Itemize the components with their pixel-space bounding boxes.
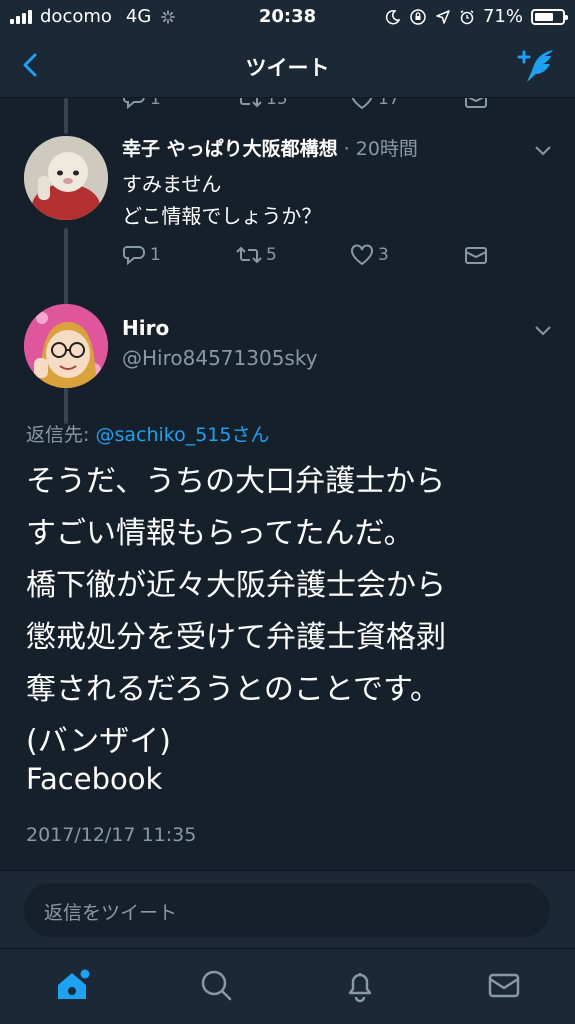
tweet-text: そうだ、うちの大口弁護士から すごい情報もらってたんだ。 橋下徹が近々大阪弁護士… — [26, 464, 446, 759]
tweet-time: · 20時間 — [343, 138, 418, 160]
battery-percent: 71% — [482, 6, 523, 27]
reply-tweet-body: すみません どこ情報でしょうか？ — [122, 168, 321, 232]
heart-icon — [351, 244, 373, 266]
reply-icon — [123, 246, 145, 266]
user-handle[interactable]: @Hiro84571305sky — [122, 346, 318, 370]
like-action[interactable]: 17 — [350, 98, 464, 110]
main-tweet: Hiro @Hiro84571305sky 返信先: @sachiko_515さ… — [0, 300, 575, 870]
orientation-lock-icon — [410, 8, 426, 25]
share-icon — [465, 247, 487, 264]
share-action[interactable] — [464, 98, 575, 110]
location-arrow-icon — [436, 9, 450, 24]
tweet-timestamp: 2017/12/17 11:35 — [26, 824, 197, 846]
display-name[interactable]: Hiro — [122, 316, 169, 340]
notifications-bell-icon[interactable] — [340, 965, 380, 1005]
tab-bar — [0, 948, 575, 1024]
like-count: 3 — [378, 245, 389, 265]
reply-input-placeholder: 返信をツイート — [44, 902, 178, 924]
reply-input[interactable]: 返信をツイート — [24, 883, 550, 937]
search-icon[interactable] — [196, 965, 236, 1005]
reply-count: 1 — [150, 245, 161, 265]
retweet-count: 5 — [266, 245, 277, 265]
avatar[interactable] — [24, 304, 108, 388]
like-action[interactable]: 3 — [350, 244, 464, 266]
retweet-count: 15 — [266, 98, 288, 109]
share-icon — [465, 98, 487, 108]
retweet-icon — [240, 98, 262, 108]
page-title: ツイート — [245, 56, 330, 80]
tweet-thread: 1 15 17 幸子 やっぱり大阪都構想 · 20時間 すみません どこ情報でし… — [0, 98, 575, 870]
tweet-text-line: すみません — [122, 172, 222, 196]
chevron-down-icon[interactable] — [533, 324, 553, 338]
previous-action-bar: 1 15 17 — [122, 98, 575, 110]
share-action[interactable] — [464, 244, 575, 266]
mention-link[interactable]: @sachiko_515さん — [95, 424, 269, 446]
alarm-clock-icon — [460, 9, 474, 24]
tweet-text-line: どこ情報でしょうか？ — [122, 204, 322, 228]
reply-action-bar: 1 5 3 — [122, 244, 575, 266]
battery-icon — [531, 8, 568, 25]
chevron-down-icon[interactable] — [533, 144, 553, 158]
retweet-action[interactable]: 15 — [236, 98, 350, 110]
reply-icon — [123, 98, 145, 110]
compose-tweet-icon[interactable] — [517, 46, 557, 86]
do-not-disturb-moon-icon — [385, 9, 401, 24]
replying-to: 返信先: @sachiko_515さん — [26, 420, 269, 447]
retweet-icon — [236, 246, 262, 264]
reply-composer-bar: 返信をツイート — [0, 870, 575, 948]
heart-icon — [351, 98, 373, 110]
reply-count: 1 — [150, 98, 161, 109]
like-count: 17 — [378, 98, 400, 109]
messages-envelope-icon[interactable] — [484, 965, 524, 1005]
status-bar: docomo 4G 20:38 71% — [0, 0, 575, 34]
avatar[interactable] — [24, 136, 108, 220]
source-label: Facebook — [26, 762, 163, 796]
reply-action[interactable]: 1 — [122, 244, 236, 266]
previous-tweet-actions: 1 15 17 — [0, 98, 575, 112]
reply-tweet-header: 幸子 やっぱり大阪都構想 · 20時間 — [122, 134, 418, 161]
replying-to-label: 返信先: — [26, 424, 96, 446]
reply-action[interactable]: 1 — [122, 98, 236, 110]
navigation-bar: ツイート — [0, 34, 575, 98]
retweet-action[interactable]: 5 — [236, 244, 350, 266]
reply-tweet[interactable]: 幸子 やっぱり大阪都構想 · 20時間 すみません どこ情報でしょうか？ 1 5… — [0, 120, 575, 300]
display-name[interactable]: 幸子 やっぱり大阪都構想 — [122, 138, 338, 160]
home-icon[interactable] — [52, 965, 92, 1005]
